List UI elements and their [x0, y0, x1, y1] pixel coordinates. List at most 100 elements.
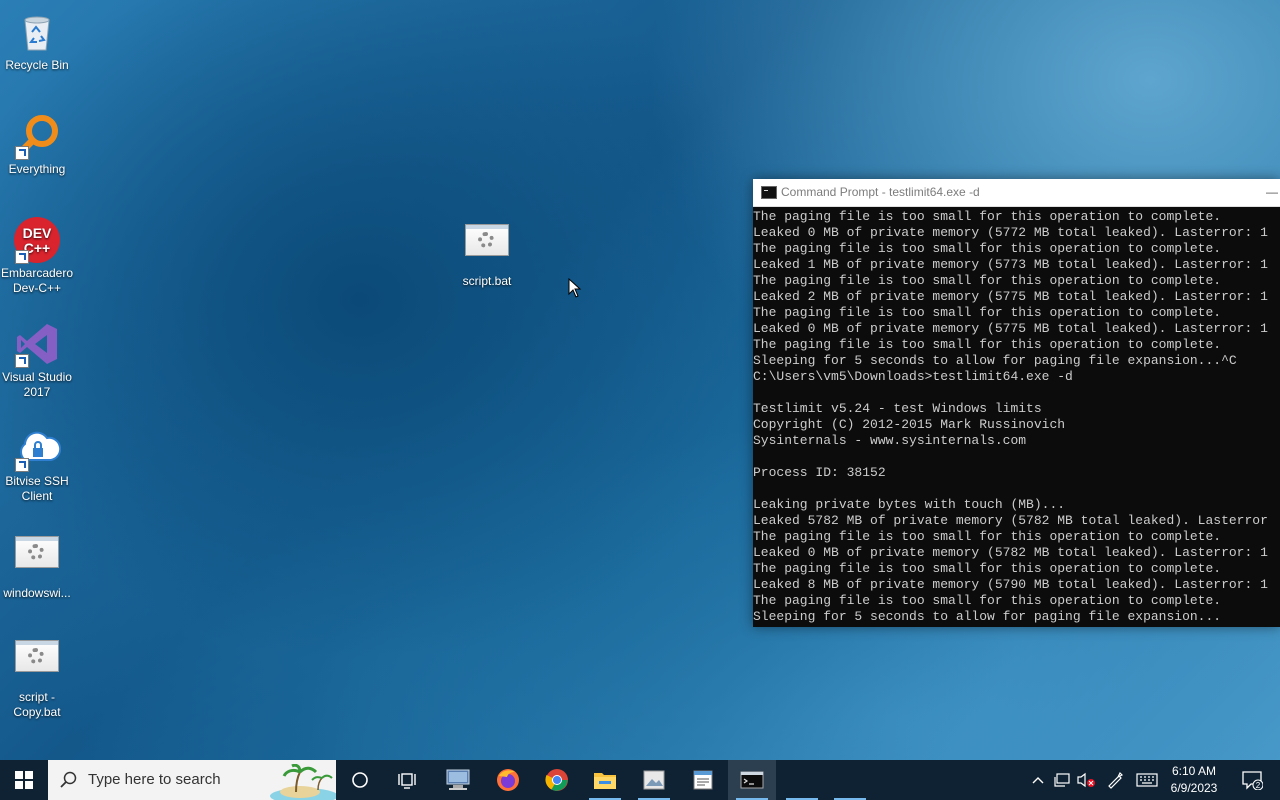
- search-placeholder: Type here to search: [88, 771, 221, 788]
- firefox-icon: [497, 769, 519, 791]
- desktop-icon-label: script.bat: [462, 274, 512, 288]
- console-line: Sysinternals - www.sysinternals.com: [753, 433, 1027, 448]
- chrome-icon: [545, 769, 568, 791]
- shortcut-arrow-icon: [15, 354, 29, 368]
- taskbar-app-slot-b[interactable]: [826, 760, 874, 800]
- console-line: The paging file is too small for this op…: [753, 561, 1222, 576]
- visual-studio-icon: [13, 320, 61, 368]
- desktop-icon-label: windowswi...: [3, 586, 71, 600]
- taskbar-app-file-explorer[interactable]: [581, 760, 629, 800]
- shortcut-arrow-icon: [15, 250, 29, 264]
- recycle-bin-icon: [13, 8, 61, 56]
- taskbar-app-command-prompt[interactable]: [728, 760, 776, 800]
- network-app-icon: [446, 769, 470, 790]
- image-app-icon: [643, 770, 665, 790]
- mouse-cursor-icon: [568, 277, 582, 303]
- action-center-button[interactable]: 2: [1232, 760, 1272, 800]
- taskbar-app-image[interactable]: [630, 760, 678, 800]
- chevron-up-icon: [1032, 777, 1044, 784]
- desktop-icon-dev-cpp[interactable]: DEV C++ Embarcadero Dev-C++: [0, 216, 74, 296]
- console-line: Leaked 5782 MB of private memory (5782 M…: [753, 513, 1268, 528]
- desktop-icon-label: Everything: [8, 162, 66, 176]
- cortana-button[interactable]: [336, 760, 384, 800]
- search-icon: [60, 771, 77, 788]
- task-view-icon: [398, 773, 416, 789]
- desktop-icon-bitvise-ssh[interactable]: Bitvise SSH Client: [0, 424, 74, 504]
- desktop-icon-everything[interactable]: Everything: [0, 112, 74, 177]
- console-line: Sleeping for 5 seconds to allow for pagi…: [753, 353, 1237, 368]
- taskbar-app-firefox[interactable]: [484, 760, 532, 800]
- console-line: Leaked 0 MB of private memory (5782 MB t…: [753, 545, 1268, 560]
- taskbar-app-slot-a[interactable]: [778, 760, 826, 800]
- console-line: The paging file is too small for this op…: [753, 593, 1222, 608]
- dev-cpp-icon: DEV C++: [13, 216, 61, 264]
- notification-count: 2: [1256, 781, 1261, 790]
- console-output[interactable]: The paging file is too small for this op…: [753, 207, 1280, 625]
- window-title: Command Prompt - testlimit64.exe -d: [781, 185, 980, 199]
- desktop-icon-label: Bitvise SSH Client: [5, 474, 69, 503]
- pen-icon: [1108, 771, 1124, 789]
- console-line: C:\Users\vm5\Downloads>testlimit64.exe -…: [753, 369, 1073, 384]
- command-prompt-titlebar[interactable]: Command Prompt - testlimit64.exe -d —: [753, 179, 1280, 207]
- network-status-button[interactable]: [1050, 760, 1074, 800]
- taskbar-app-network[interactable]: [434, 760, 482, 800]
- taskbar-app-notepad[interactable]: [679, 760, 727, 800]
- desktop-icon-windowswi[interactable]: windowswi...: [0, 528, 74, 601]
- command-prompt-icon: [740, 771, 764, 789]
- desktop-icon-label: script - Copy.bat: [13, 690, 61, 719]
- batch-file-icon: [13, 640, 61, 688]
- taskbar-app-chrome[interactable]: [533, 760, 581, 800]
- console-line: The paging file is too small for this op…: [753, 529, 1222, 544]
- task-view-button[interactable]: [384, 760, 432, 800]
- console-line: Leaking private bytes with touch (MB)...: [753, 497, 1066, 512]
- shortcut-arrow-icon: [15, 146, 29, 160]
- show-hidden-icons-button[interactable]: [1028, 760, 1048, 800]
- desktop[interactable]: Recycle Bin Everything DEV C++ Embarcade…: [0, 0, 1280, 760]
- volume-muted-icon: [1077, 772, 1095, 788]
- command-prompt-window[interactable]: Command Prompt - testlimit64.exe -d — Th…: [753, 179, 1280, 627]
- shortcut-arrow-icon: [15, 458, 29, 472]
- console-line: The paging file is too small for this op…: [753, 241, 1222, 256]
- start-button[interactable]: [0, 760, 48, 800]
- volume-button[interactable]: [1074, 760, 1098, 800]
- console-line: The paging file is too small for this op…: [753, 209, 1222, 224]
- cortana-icon: [352, 772, 368, 788]
- desktop-icon-recycle-bin[interactable]: Recycle Bin: [0, 8, 74, 73]
- desktop-icon-label: Visual Studio 2017: [2, 370, 72, 399]
- console-line: Leaked 0 MB of private memory (5772 MB t…: [753, 225, 1268, 240]
- taskbar-clock[interactable]: 6:10 AM 6/9/2023: [1162, 763, 1226, 797]
- console-line: Leaked 8 MB of private memory (5790 MB t…: [753, 577, 1268, 592]
- console-line: The paging file is too small for this op…: [753, 273, 1222, 288]
- desktop-icon-visual-studio[interactable]: Visual Studio 2017: [0, 320, 74, 400]
- taskbar: Type here to search 6:10 AM 6/9/2023 2: [0, 760, 1280, 800]
- everything-search-icon: [13, 112, 61, 160]
- keyboard-icon: [1136, 773, 1158, 787]
- svg-text:DEV: DEV: [23, 225, 52, 241]
- console-line: Testlimit v5.24 - test Windows limits: [753, 401, 1042, 416]
- file-explorer-icon: [594, 773, 616, 789]
- clock-time: 6:10 AM: [1171, 764, 1217, 778]
- notepad-icon: [693, 770, 713, 790]
- console-line: Sleeping for 5 seconds to allow for pagi…: [753, 609, 1222, 624]
- desktop-icon-script-bat[interactable]: script.bat: [450, 216, 524, 289]
- touch-keyboard-button[interactable]: [1132, 760, 1162, 800]
- console-line: The paging file is too small for this op…: [753, 305, 1222, 320]
- desktop-icon-script-copy-bat[interactable]: script - Copy.bat: [0, 632, 74, 720]
- bitvise-ssh-icon: [13, 424, 62, 472]
- console-line: Process ID: 38152: [753, 465, 886, 480]
- console-line: Copyright (C) 2012-2015 Mark Russinovich: [753, 417, 1066, 432]
- console-line: Leaked 0 MB of private memory (5775 MB t…: [753, 321, 1268, 336]
- pen-workspace-button[interactable]: [1102, 760, 1128, 800]
- notification-icon: 2: [1242, 771, 1263, 790]
- clock-date: 6/9/2023: [1170, 781, 1218, 795]
- console-line: Leaked 2 MB of private memory (5775 MB t…: [753, 289, 1268, 304]
- batch-file-icon: [13, 536, 61, 584]
- console-line: The paging file is too small for this op…: [753, 337, 1222, 352]
- batch-file-icon: [463, 224, 511, 272]
- taskbar-search-box[interactable]: Type here to search: [48, 760, 336, 800]
- minimize-button[interactable]: —: [1266, 179, 1280, 206]
- network-icon: [1054, 773, 1070, 787]
